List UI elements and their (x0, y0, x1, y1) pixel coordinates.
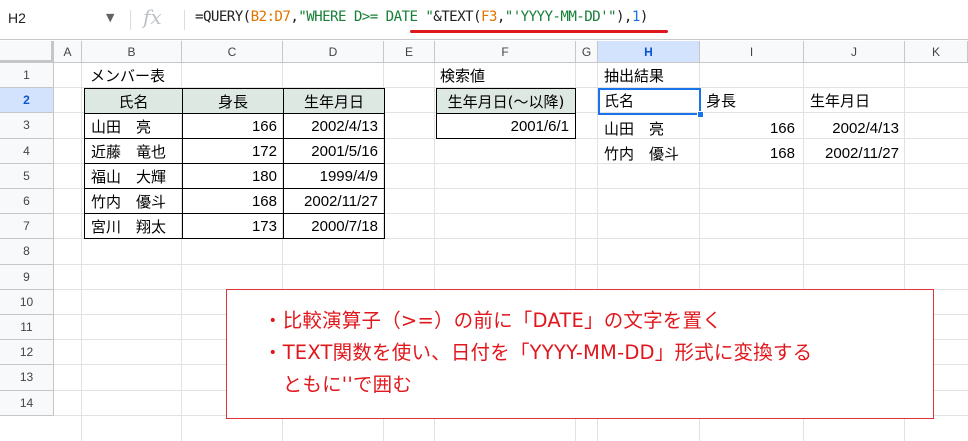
column-header-i[interactable]: I (700, 41, 804, 63)
row-gridline (54, 263, 968, 265)
member-cell[interactable]: 1999/4/9 (283, 163, 385, 189)
formula-token: ), (615, 9, 632, 25)
member-cell[interactable]: 2002/4/13 (283, 113, 385, 139)
member-cell[interactable]: 福山 大輝 (84, 163, 183, 189)
result-cell[interactable]: 竹内 優斗 (598, 141, 701, 167)
member-cell[interactable]: 166 (182, 113, 284, 139)
fx-icon: fx (143, 5, 162, 29)
select-all-corner[interactable] (0, 41, 54, 63)
formula-token: F3 (480, 9, 497, 25)
member-table-title: メンバー表 (90, 67, 166, 85)
formula-token: =QUERY( (195, 9, 251, 25)
column-header-g[interactable]: G (576, 41, 598, 63)
row-header-13[interactable]: 13 (0, 365, 54, 391)
member-cell[interactable]: 竹内 優斗 (84, 188, 183, 214)
member-header-height[interactable]: 身長 (182, 88, 284, 114)
formula-token: 1 (631, 9, 641, 25)
formula-token: , (496, 9, 506, 25)
result-header-height[interactable]: 身長 (700, 88, 801, 114)
member-cell[interactable]: 173 (182, 213, 284, 239)
row-header-14[interactable]: 14 (0, 390, 54, 416)
column-header-f[interactable]: F (435, 41, 576, 63)
result-cell[interactable]: 山田 亮 (598, 116, 701, 142)
formula-token: B2:D7 (250, 9, 291, 25)
column-header-b[interactable]: B (82, 41, 182, 63)
row-header-3[interactable]: 3 (0, 113, 54, 139)
search-value-cell[interactable]: 2001/6/1 (436, 113, 576, 139)
divider (184, 10, 185, 30)
column-header-a[interactable]: A (54, 41, 82, 63)
member-header-name[interactable]: 氏名 (84, 88, 183, 114)
annotation-box: ・比較演算子（>=）の前に「DATE」の文字を置く ・TEXT関数を使い、日付を… (226, 289, 934, 419)
result-title: 抽出結果 (604, 67, 665, 85)
member-header-birthday[interactable]: 生年月日 (283, 88, 385, 114)
result-cell[interactable]: 2002/4/13 (804, 116, 905, 142)
member-cell[interactable]: 2000/7/18 (283, 213, 385, 239)
column-header-c[interactable]: C (182, 41, 283, 63)
row-header-8[interactable]: 8 (0, 239, 54, 265)
column-header-j[interactable]: J (804, 41, 905, 63)
formula-token: "'YYYY-MM-DD'" (504, 9, 617, 25)
column-header-k[interactable]: K (905, 41, 968, 63)
divider (130, 10, 131, 30)
member-cell[interactable]: 近藤 竜也 (84, 138, 183, 164)
note-line-1: ・比較演算子（>=）の前に「DATE」の文字を置く (263, 309, 722, 332)
result-cell[interactable]: 2002/11/27 (804, 141, 905, 167)
row-header-12[interactable]: 12 (0, 340, 54, 366)
column-header-h[interactable]: H (598, 41, 700, 63)
formula-token: "WHERE D>= DATE " (298, 9, 434, 25)
note-line-2: ・TEXT関数を使い、日付を「YYYY-MM-DD」形式に変換する (263, 341, 813, 364)
column-gridline (81, 63, 82, 441)
row-header-5[interactable]: 5 (0, 163, 54, 189)
member-cell[interactable]: 2002/11/27 (283, 188, 385, 214)
member-cell[interactable]: 180 (182, 163, 284, 189)
formula-token: ) (639, 9, 649, 25)
name-box[interactable]: H2 (8, 10, 118, 30)
member-cell[interactable]: 2001/5/16 (283, 138, 385, 164)
active-cell-outline (598, 88, 701, 115)
formula-token: &TEXT( (433, 9, 481, 25)
search-header[interactable]: 生年月日(～以降) (436, 88, 576, 114)
member-cell[interactable]: 宮川 翔太 (84, 213, 183, 239)
chevron-down-icon[interactable]: ▼ (106, 11, 114, 24)
member-cell[interactable]: 168 (182, 188, 284, 214)
row-header-10[interactable]: 10 (0, 289, 54, 315)
formula-highlight-underline (410, 30, 668, 33)
column-header-e[interactable]: E (384, 41, 435, 63)
row-header-2[interactable]: 2 (0, 88, 54, 114)
row-header-9[interactable]: 9 (0, 264, 54, 290)
search-title: 検索値 (440, 67, 486, 85)
formula-input[interactable]: =QUERY(B2:D7,"WHERE D>= DATE "&TEXT(F3,"… (195, 9, 648, 25)
fill-handle[interactable] (697, 111, 704, 118)
result-header-birthday[interactable]: 生年月日 (804, 88, 905, 114)
member-cell[interactable]: 172 (182, 138, 284, 164)
row-header-4[interactable]: 4 (0, 138, 54, 164)
column-header-d[interactable]: D (283, 41, 384, 63)
result-cell[interactable]: 168 (700, 141, 801, 167)
row-header-7[interactable]: 7 (0, 214, 54, 240)
note-line-3: ともに''で囲む (263, 373, 413, 396)
member-cell[interactable]: 山田 亮 (84, 113, 183, 139)
row-header-11[interactable]: 11 (0, 315, 54, 341)
row-header-6[interactable]: 6 (0, 189, 54, 215)
result-cell[interactable]: 166 (700, 116, 801, 142)
row-header-1[interactable]: 1 (0, 63, 54, 89)
